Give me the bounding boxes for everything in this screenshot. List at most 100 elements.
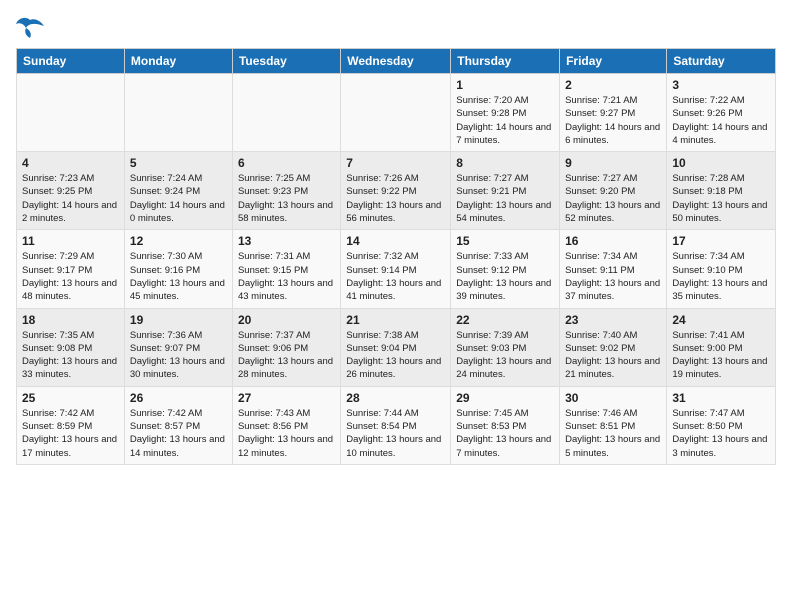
calendar-cell: 31 Sunrise: 7:47 AM Sunset: 8:50 PM Dayli… (667, 386, 776, 464)
calendar-cell: 7 Sunrise: 7:26 AM Sunset: 9:22 PM Daylig… (341, 152, 451, 230)
day-info: Sunrise: 7:36 AM Sunset: 9:07 PM Dayligh… (130, 329, 227, 382)
day-info: Sunrise: 7:25 AM Sunset: 9:23 PM Dayligh… (238, 172, 335, 225)
day-number: 25 (22, 391, 119, 405)
calendar-cell: 6 Sunrise: 7:25 AM Sunset: 9:23 PM Daylig… (232, 152, 340, 230)
calendar-cell: 11 Sunrise: 7:29 AM Sunset: 9:17 PM Dayli… (17, 230, 125, 308)
day-number: 29 (456, 391, 554, 405)
calendar-cell: 16 Sunrise: 7:34 AM Sunset: 9:11 PM Dayli… (560, 230, 667, 308)
page-header (16, 16, 776, 40)
day-number: 5 (130, 156, 227, 170)
day-info: Sunrise: 7:32 AM Sunset: 9:14 PM Dayligh… (346, 250, 445, 303)
day-info: Sunrise: 7:41 AM Sunset: 9:00 PM Dayligh… (672, 329, 770, 382)
day-info: Sunrise: 7:34 AM Sunset: 9:10 PM Dayligh… (672, 250, 770, 303)
calendar-cell: 18 Sunrise: 7:35 AM Sunset: 9:08 PM Dayli… (17, 308, 125, 386)
day-number: 24 (672, 313, 770, 327)
calendar-cell: 5 Sunrise: 7:24 AM Sunset: 9:24 PM Daylig… (124, 152, 232, 230)
calendar-cell: 25 Sunrise: 7:42 AM Sunset: 8:59 PM Dayli… (17, 386, 125, 464)
day-number: 19 (130, 313, 227, 327)
day-info: Sunrise: 7:29 AM Sunset: 9:17 PM Dayligh… (22, 250, 119, 303)
day-info: Sunrise: 7:42 AM Sunset: 8:57 PM Dayligh… (130, 407, 227, 460)
day-info: Sunrise: 7:24 AM Sunset: 9:24 PM Dayligh… (130, 172, 227, 225)
day-info: Sunrise: 7:46 AM Sunset: 8:51 PM Dayligh… (565, 407, 661, 460)
day-info: Sunrise: 7:28 AM Sunset: 9:18 PM Dayligh… (672, 172, 770, 225)
calendar-cell: 13Sunrise: 7:31 AM Sunset: 9:15 PM Dayli… (232, 230, 340, 308)
day-number: 28 (346, 391, 445, 405)
day-number: 11 (22, 234, 119, 248)
day-info: Sunrise: 7:27 AM Sunset: 9:20 PM Dayligh… (565, 172, 661, 225)
day-number: 31 (672, 391, 770, 405)
dow-header: Sunday (17, 49, 125, 74)
calendar-cell: 28 Sunrise: 7:44 AM Sunset: 8:54 PM Dayli… (341, 386, 451, 464)
day-info: Sunrise: 7:21 AM Sunset: 9:27 PM Dayligh… (565, 94, 661, 147)
day-number: 20 (238, 313, 335, 327)
calendar-week-row: 18 Sunrise: 7:35 AM Sunset: 9:08 PM Dayli… (17, 308, 776, 386)
calendar-cell: 2 Sunrise: 7:21 AM Sunset: 9:27 PM Daylig… (560, 74, 667, 152)
day-number: 27 (238, 391, 335, 405)
calendar-cell (17, 74, 125, 152)
day-number: 23 (565, 313, 661, 327)
day-info: Sunrise: 7:34 AM Sunset: 9:11 PM Dayligh… (565, 250, 661, 303)
calendar-cell: 8Sunrise: 7:27 AM Sunset: 9:21 PM Daylig… (451, 152, 560, 230)
calendar-week-row: 1Sunrise: 7:20 AM Sunset: 9:28 PM Daylig… (17, 74, 776, 152)
calendar-cell (341, 74, 451, 152)
day-number: 16 (565, 234, 661, 248)
calendar-body: 1Sunrise: 7:20 AM Sunset: 9:28 PM Daylig… (17, 74, 776, 465)
day-number: 3 (672, 78, 770, 92)
logo (16, 16, 48, 40)
day-info: Sunrise: 7:35 AM Sunset: 9:08 PM Dayligh… (22, 329, 119, 382)
day-number: 9 (565, 156, 661, 170)
calendar-cell: 22 Sunrise: 7:39 AM Sunset: 9:03 PM Dayli… (451, 308, 560, 386)
day-number: 8 (456, 156, 554, 170)
day-info: Sunrise: 7:26 AM Sunset: 9:22 PM Dayligh… (346, 172, 445, 225)
calendar-cell: 14 Sunrise: 7:32 AM Sunset: 9:14 PM Dayli… (341, 230, 451, 308)
calendar-cell: 17 Sunrise: 7:34 AM Sunset: 9:10 PM Dayli… (667, 230, 776, 308)
calendar-table: SundayMondayTuesdayWednesdayThursdayFrid… (16, 48, 776, 465)
day-info: Sunrise: 7:40 AM Sunset: 9:02 PM Dayligh… (565, 329, 661, 382)
day-info: Sunrise: 7:47 AM Sunset: 8:50 PM Dayligh… (672, 407, 770, 460)
calendar-cell (124, 74, 232, 152)
calendar-cell: 3 Sunrise: 7:22 AM Sunset: 9:26 PM Daylig… (667, 74, 776, 152)
calendar-cell: 4Sunrise: 7:23 AM Sunset: 9:25 PM Daylig… (17, 152, 125, 230)
day-number: 12 (130, 234, 227, 248)
day-number: 21 (346, 313, 445, 327)
dow-header: Tuesday (232, 49, 340, 74)
calendar-cell: 24 Sunrise: 7:41 AM Sunset: 9:00 PM Dayli… (667, 308, 776, 386)
logo-bird-icon (16, 16, 44, 40)
calendar-cell: 19 Sunrise: 7:36 AM Sunset: 9:07 PM Dayli… (124, 308, 232, 386)
day-number: 18 (22, 313, 119, 327)
day-info: Sunrise: 7:20 AM Sunset: 9:28 PM Dayligh… (456, 94, 554, 147)
day-info: Sunrise: 7:38 AM Sunset: 9:04 PM Dayligh… (346, 329, 445, 382)
day-info: Sunrise: 7:37 AM Sunset: 9:06 PM Dayligh… (238, 329, 335, 382)
day-number: 6 (238, 156, 335, 170)
dow-header: Friday (560, 49, 667, 74)
days-of-week-row: SundayMondayTuesdayWednesdayThursdayFrid… (17, 49, 776, 74)
day-info: Sunrise: 7:44 AM Sunset: 8:54 PM Dayligh… (346, 407, 445, 460)
day-info: Sunrise: 7:42 AM Sunset: 8:59 PM Dayligh… (22, 407, 119, 460)
dow-header: Thursday (451, 49, 560, 74)
day-info: Sunrise: 7:39 AM Sunset: 9:03 PM Dayligh… (456, 329, 554, 382)
calendar-cell: 10Sunrise: 7:28 AM Sunset: 9:18 PM Dayli… (667, 152, 776, 230)
day-number: 2 (565, 78, 661, 92)
calendar-cell: 20 Sunrise: 7:37 AM Sunset: 9:06 PM Dayli… (232, 308, 340, 386)
day-number: 14 (346, 234, 445, 248)
dow-header: Monday (124, 49, 232, 74)
day-info: Sunrise: 7:43 AM Sunset: 8:56 PM Dayligh… (238, 407, 335, 460)
day-number: 4 (22, 156, 119, 170)
day-number: 7 (346, 156, 445, 170)
day-number: 15 (456, 234, 554, 248)
calendar-week-row: 25 Sunrise: 7:42 AM Sunset: 8:59 PM Dayli… (17, 386, 776, 464)
calendar-cell: 21 Sunrise: 7:38 AM Sunset: 9:04 PM Dayli… (341, 308, 451, 386)
calendar-cell: 9 Sunrise: 7:27 AM Sunset: 9:20 PM Daylig… (560, 152, 667, 230)
calendar-cell: 1Sunrise: 7:20 AM Sunset: 9:28 PM Daylig… (451, 74, 560, 152)
calendar-cell: 23 Sunrise: 7:40 AM Sunset: 9:02 PM Dayli… (560, 308, 667, 386)
calendar-cell: 29Sunrise: 7:45 AM Sunset: 8:53 PM Dayli… (451, 386, 560, 464)
day-number: 22 (456, 313, 554, 327)
calendar-week-row: 4Sunrise: 7:23 AM Sunset: 9:25 PM Daylig… (17, 152, 776, 230)
dow-header: Wednesday (341, 49, 451, 74)
day-info: Sunrise: 7:22 AM Sunset: 9:26 PM Dayligh… (672, 94, 770, 147)
day-number: 30 (565, 391, 661, 405)
calendar-cell: 30 Sunrise: 7:46 AM Sunset: 8:51 PM Dayli… (560, 386, 667, 464)
calendar-cell: 12Sunrise: 7:30 AM Sunset: 9:16 PM Dayli… (124, 230, 232, 308)
calendar-cell: 15Sunrise: 7:33 AM Sunset: 9:12 PM Dayli… (451, 230, 560, 308)
day-number: 17 (672, 234, 770, 248)
